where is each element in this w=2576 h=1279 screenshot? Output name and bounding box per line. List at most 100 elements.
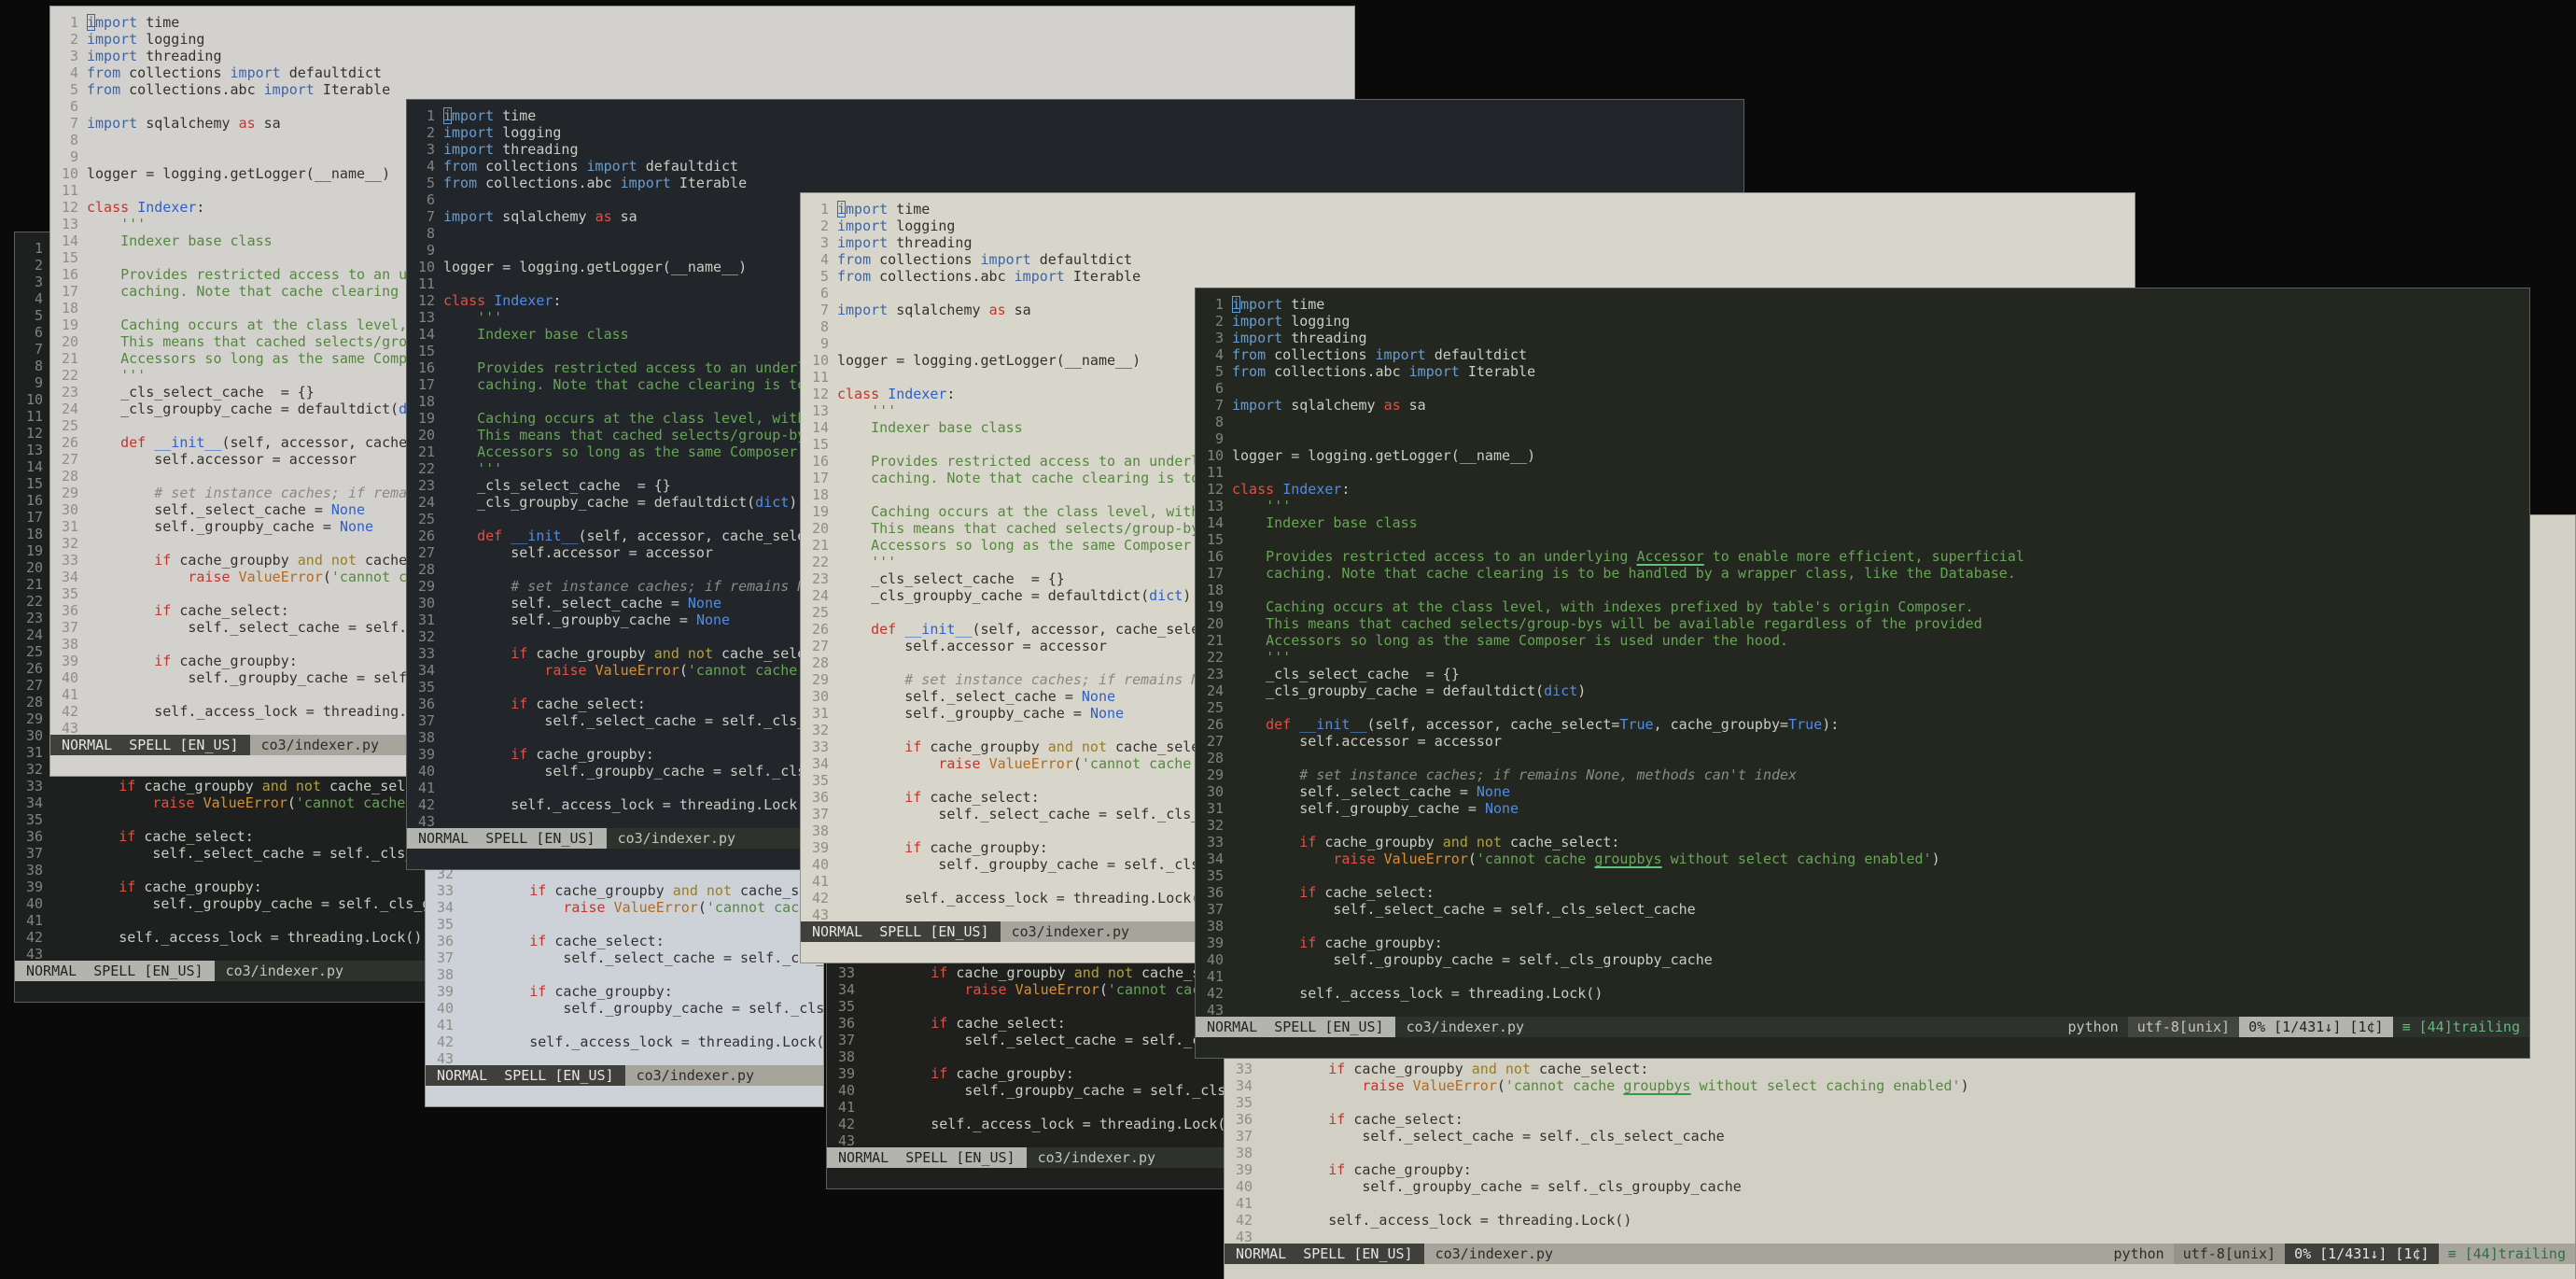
line-number: 32 [1206, 817, 1224, 834]
code-area[interactable]: 1import time2import logging3import threa… [1196, 288, 2529, 1019]
line-number: 28 [61, 468, 78, 485]
line-number: 34 [61, 569, 78, 585]
line-number: 19 [811, 503, 829, 520]
code-token: 'cannot cache [1476, 850, 1595, 867]
code-line: 36 if cache_select: [435, 933, 823, 949]
line-number: 10 [417, 259, 435, 275]
code-token: cache_select: [1345, 1111, 1463, 1128]
line-number: 35 [1206, 867, 1224, 884]
code-token: self._groupby_cache = self._cls_groupby_… [152, 895, 429, 912]
code-line: 34 raise ValueError('cannot cache groupb… [1234, 1077, 2575, 1094]
code-token: mport [95, 14, 138, 31]
line-number: 6 [819, 285, 829, 302]
line-number: 41 [1206, 968, 1224, 985]
line-number: 38 [1206, 918, 1224, 935]
code-line: 6 [1205, 380, 2529, 397]
code-token: cache_groupby [171, 552, 298, 569]
code-token: ValueError [595, 662, 679, 679]
desktop: 1import time2import logging3import threa… [0, 0, 2576, 1279]
code-token: : [553, 292, 562, 309]
code-token: sa [611, 208, 637, 225]
code-token: _cls_groupby_cache = defaultdict( [837, 587, 1150, 604]
code-line: 36 if cache_select: [24, 828, 428, 845]
code-token: not [1081, 738, 1107, 755]
line-number: 37 [837, 1032, 855, 1048]
command-line[interactable] [1196, 1037, 2529, 1058]
code-token: sa [1400, 397, 1426, 414]
line-number: 22 [811, 554, 829, 570]
code-token: True [1619, 716, 1654, 733]
line-number: 31 [417, 611, 435, 628]
code-line: 12 class Indexer: [1205, 481, 2529, 498]
code-token: as [238, 115, 256, 132]
code-token: import [837, 302, 889, 318]
code-token: import [443, 208, 495, 225]
code-token: ''' [87, 216, 147, 232]
code-line: 39 if cache_groupby: [435, 983, 823, 1000]
line-number: 33 [1206, 834, 1224, 850]
code-token: None [687, 595, 722, 611]
code-line: 30 self._select_cache = None [1205, 783, 2529, 800]
command-line[interactable] [15, 981, 428, 1002]
code-line: 36 if cache_select: [1205, 884, 2529, 901]
code-token: self._access_lock = threading.Lock() [462, 1033, 824, 1050]
command-line[interactable] [426, 1086, 823, 1106]
code-line: 35 [24, 811, 428, 828]
line-number: 16 [25, 492, 43, 509]
cursor-position-indicator: 0% [1/431↓] [1¢] [2239, 1017, 2393, 1037]
line-number: 21 [61, 350, 78, 367]
code-token: if [529, 882, 547, 899]
code-token: __init__ [1299, 716, 1367, 733]
code-line: 33 if cache_groupby and not cache_select… [24, 778, 428, 794]
code-token: threading [137, 48, 222, 64]
line-number: 36 [25, 828, 43, 845]
file-name: co3/indexer.py [1406, 1019, 1525, 1035]
line-number: 13 [811, 402, 829, 419]
line-number: 33 [417, 645, 435, 662]
line-number: 11 [417, 275, 435, 292]
vim-mode: NORMAL [812, 923, 863, 940]
code-line: 2 import logging [60, 31, 1354, 48]
line-number: 35 [1235, 1094, 1253, 1111]
line-number: 20 [811, 520, 829, 537]
code-token: import [443, 141, 495, 158]
line-number: 36 [1206, 884, 1224, 901]
line-number: 28 [1206, 750, 1224, 766]
line-number: 7 [819, 302, 829, 318]
code-token: raise [1333, 850, 1376, 867]
line-number: 27 [25, 677, 43, 694]
line-number: 12 [811, 386, 829, 402]
command-line[interactable] [1225, 1264, 2575, 1279]
code-token: if [1299, 834, 1317, 850]
code-token: cache_select: [135, 828, 254, 845]
line-number: 8 [1214, 414, 1224, 430]
line-number: 30 [61, 501, 78, 518]
vim-window-front-right-dark[interactable]: 1 import time 2 import logging 3 import threa… [1195, 288, 2530, 1059]
line-number: 4 [34, 290, 43, 307]
spell-indicator: SPELL [EN_US] [905, 1149, 1015, 1166]
code-token: _cls_groupby_cache = defaultdict( [1232, 682, 1545, 699]
code-line: 4 from collections import defaultdict [416, 158, 1743, 175]
code-line: 33 if cache_groupby and not cache_select… [435, 882, 823, 899]
code-token: ( [1467, 850, 1477, 867]
line-number: 9 [69, 148, 78, 165]
mode-indicator: NORMAL SPELL [EN_US] [827, 1147, 1027, 1168]
code-token: threading [1282, 330, 1367, 346]
code-token: not [706, 882, 732, 899]
code-token: cache_groupby [527, 645, 654, 662]
line-number: 10 [61, 165, 78, 182]
line-number: 5 [34, 307, 43, 324]
code-token: cache_groupby: [1316, 935, 1443, 951]
code-token: Iterable [670, 175, 748, 191]
code-line: 35 [1234, 1094, 2575, 1111]
line-number: 39 [837, 1065, 855, 1082]
status-bar: NORMAL SPELL [EN_US] co3/indexer.py [426, 1065, 823, 1086]
code-line: 39 if cache_groupby: [1205, 935, 2529, 951]
